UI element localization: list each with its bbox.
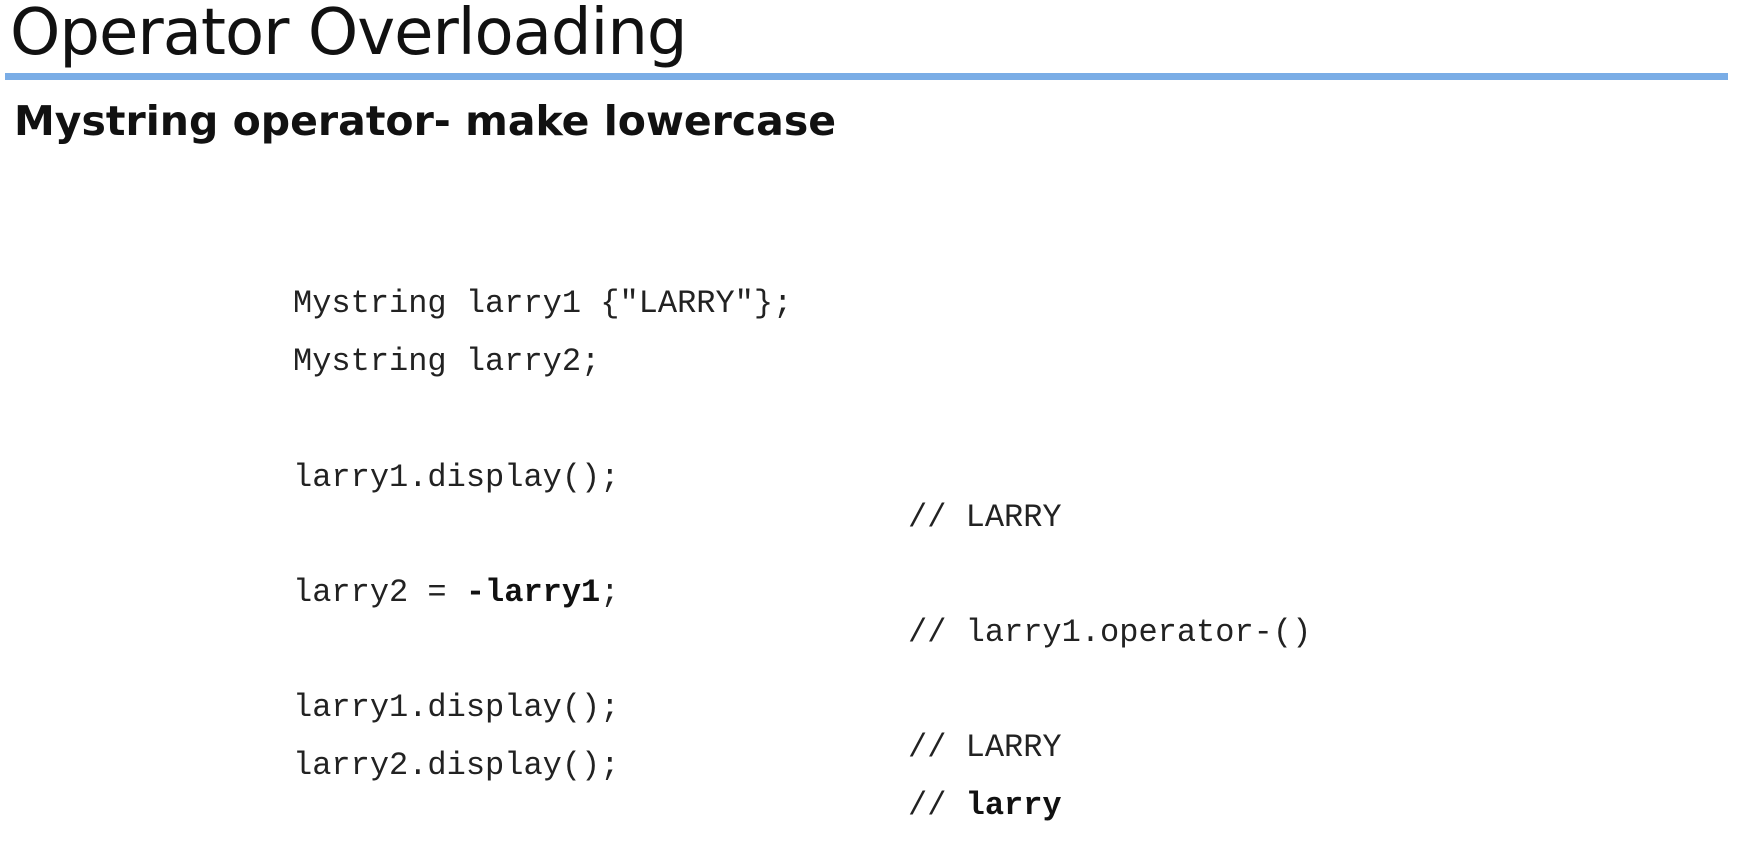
code-statement: Mystring larry2; <box>293 343 601 380</box>
code-statement: larry1.display(); <box>293 459 620 496</box>
code-line-4: larry2 = -larry1; // larry1.operator-() <box>293 533 1311 651</box>
code-statement: larry2 = -larry1; <box>293 573 619 613</box>
code-text: larry2 = <box>293 574 466 611</box>
code-comment: // LARRY <box>908 499 1062 536</box>
code-line-3: larry1.display(); // LARRY <box>293 418 1062 536</box>
code-comment: // larry <box>908 786 1062 826</box>
code-comment: // LARRY <box>908 729 1062 766</box>
slide-title: Operator Overloading <box>10 0 687 70</box>
slide: Operator Overloading Mystring operator- … <box>0 0 1754 860</box>
code-text: // <box>908 787 966 824</box>
code-text-bold: -larry1 <box>465 574 601 611</box>
code-line-6: larry2.display(); // larry <box>293 706 1062 824</box>
code-comment: // larry1.operator-() <box>908 614 1312 651</box>
code-text-bold: larry <box>965 787 1062 824</box>
slide-subtitle: Mystring operator- make lowercase <box>14 97 837 145</box>
title-underline <box>5 73 1728 80</box>
code-statement: larry2.display(); <box>293 747 620 784</box>
code-line-5: larry1.display(); // LARRY <box>293 648 1062 766</box>
code-line-1: Mystring larry1 {"LARRY"}; <box>293 244 792 322</box>
code-line-2: Mystring larry2; <box>293 302 600 380</box>
code-text: ; <box>600 574 620 611</box>
